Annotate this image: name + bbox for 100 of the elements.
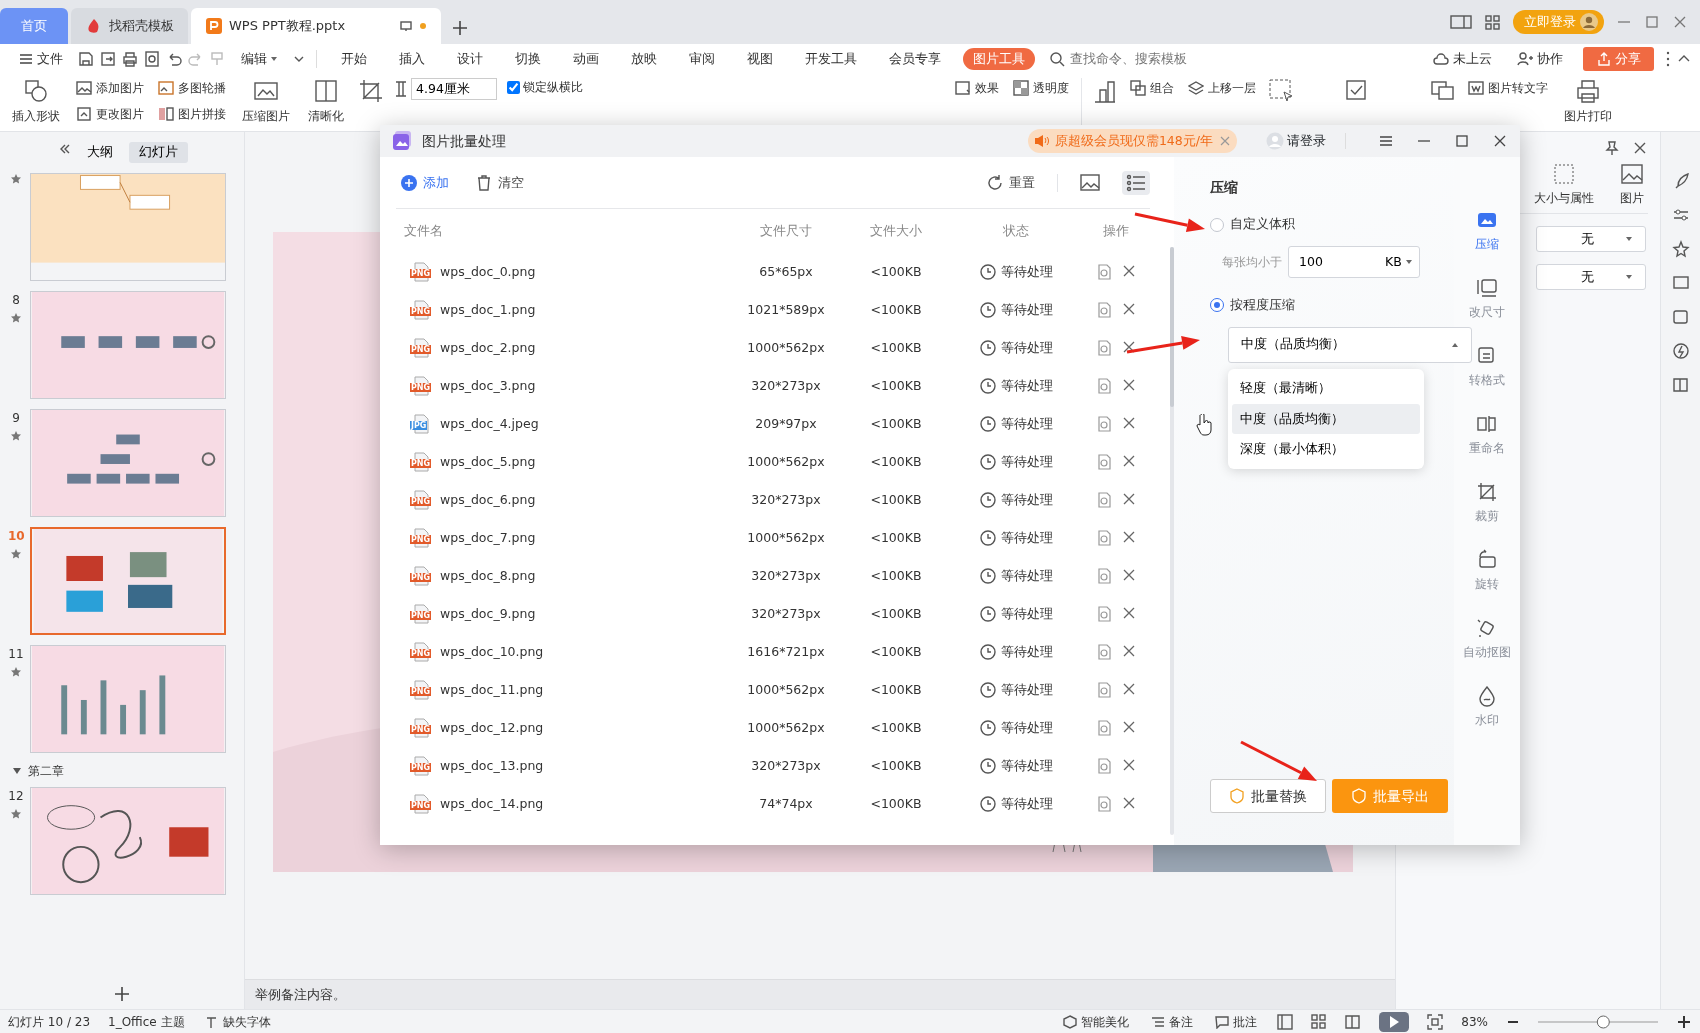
transparency-button[interactable]: 透明度: [1011, 78, 1071, 98]
close-icon[interactable]: [1122, 720, 1136, 734]
layout-icon[interactable]: [1450, 13, 1472, 31]
close-icon[interactable]: [1122, 340, 1136, 354]
login-button[interactable]: 请登录: [1251, 130, 1327, 152]
effects-button[interactable]: 效果: [953, 78, 1001, 98]
zoom-level[interactable]: 83%: [1461, 1012, 1488, 1031]
zoom-in-icon[interactable]: [1676, 1014, 1692, 1029]
export-icon[interactable]: [99, 50, 117, 68]
missing-fonts-button[interactable]: 缺失字体: [202, 1011, 273, 1032]
reset-button[interactable]: 重置: [982, 170, 1039, 195]
file-menu[interactable]: 文件: [8, 47, 73, 71]
dropdown-option[interactable]: 深度（最小体积）: [1232, 434, 1420, 465]
unit-dropdown[interactable]: KB: [1379, 251, 1419, 273]
ribbon-tab[interactable]: 插入: [389, 47, 435, 71]
clear-button[interactable]: 清空: [471, 170, 528, 195]
scrollbar-thumb[interactable]: [1170, 247, 1174, 407]
edit-menu[interactable]: 编辑: [231, 47, 288, 71]
ribbon-tab[interactable]: 视图: [737, 47, 783, 71]
add-picture-button[interactable]: 添加图片: [74, 78, 146, 98]
close-icon[interactable]: [1122, 796, 1136, 810]
print-icon[interactable]: [121, 50, 139, 68]
width-field[interactable]: 4.94厘米: [411, 78, 497, 100]
ribbon-tab[interactable]: 设计: [447, 47, 493, 71]
ribbon-tab[interactable]: 开发工具: [795, 47, 867, 71]
star-icon[interactable]: [1671, 240, 1690, 258]
bring-forward-button[interactable]: 上移一层: [1186, 78, 1258, 98]
ribbon-tab[interactable]: 放映: [621, 47, 667, 71]
apps-grid-icon[interactable]: [1484, 13, 1501, 31]
ribbon-tab[interactable]: 开始: [331, 47, 377, 71]
menu-icon[interactable]: [1378, 133, 1394, 149]
align-icon[interactable]: [1092, 78, 1118, 104]
close-icon[interactable]: [1122, 378, 1136, 392]
ribbon-tab[interactable]: 会员专享: [879, 47, 951, 71]
sliders-icon[interactable]: [1671, 206, 1690, 224]
close-icon[interactable]: [1672, 14, 1688, 30]
panel-tab[interactable]: 大纲: [76, 142, 123, 163]
panel-tab[interactable]: 幻灯片: [128, 142, 188, 163]
search-field[interactable]: 查找命令、搜索模板: [1068, 48, 1268, 70]
slide-thumbnail[interactable]: [30, 172, 226, 281]
document-tab[interactable]: 找稻壳模板: [71, 8, 188, 44]
save-icon[interactable]: [77, 50, 95, 68]
collaborate-button[interactable]: 协作: [1506, 47, 1573, 71]
dropdown[interactable]: 无: [1536, 226, 1646, 252]
book-icon[interactable]: [1671, 376, 1690, 394]
close-icon[interactable]: [1122, 264, 1136, 278]
close-icon[interactable]: [1632, 140, 1648, 156]
slide-thumbnail[interactable]: [30, 526, 226, 635]
dropdown[interactable]: 无: [1536, 264, 1646, 290]
ribbon-tab[interactable]: 审阅: [679, 47, 725, 71]
carousel-button[interactable]: 多图轮播: [156, 78, 228, 98]
document-tab[interactable]: WPS PPT教程.pptx: [191, 8, 441, 44]
beautify-button[interactable]: 智能美化: [1061, 1011, 1132, 1032]
slide-thumbnail[interactable]: [30, 290, 226, 399]
tool-tab[interactable]: 压缩: [1475, 209, 1499, 253]
screen-icon[interactable]: [1671, 274, 1690, 292]
close-icon[interactable]: [1122, 530, 1136, 544]
close-icon[interactable]: [1492, 133, 1508, 149]
radio-label[interactable]: 自定义体积: [1230, 215, 1295, 234]
close-icon[interactable]: [1122, 682, 1136, 696]
collage-button[interactable]: 图片拼接: [156, 104, 228, 124]
more-icon[interactable]: [1664, 51, 1672, 67]
dropdown-option[interactable]: 轻度（最清晰）: [1232, 372, 1420, 404]
cloud-button[interactable]: 未上云: [1422, 47, 1502, 71]
crop-icon[interactable]: [358, 78, 384, 104]
expand-triangle-icon[interactable]: [12, 765, 22, 776]
print-picture-button[interactable]: 图片打印: [1560, 78, 1616, 125]
group-button[interactable]: 组合: [1128, 78, 1176, 98]
radio-button[interactable]: [1210, 298, 1224, 313]
add-button[interactable]: 添加: [396, 170, 453, 195]
notes-button[interactable]: 备注: [1149, 1011, 1196, 1032]
checkbox-label[interactable]: 锁定纵横比: [523, 78, 583, 96]
close-icon[interactable]: [1122, 644, 1136, 658]
level-dropdown[interactable]: 中度（品质均衡）: [1228, 326, 1472, 363]
close-icon[interactable]: [1122, 568, 1136, 582]
panel-tab[interactable]: 图片: [1616, 162, 1648, 207]
close-icon[interactable]: [1122, 492, 1136, 506]
comments-button[interactable]: 批注: [1213, 1011, 1260, 1032]
pin-icon[interactable]: [1604, 140, 1620, 156]
play-button[interactable]: [1379, 1011, 1410, 1032]
insert-shape-button[interactable]: 插入形状: [8, 78, 64, 125]
select-icon[interactable]: [1268, 78, 1294, 104]
radio-button[interactable]: [1210, 217, 1224, 232]
maximize-icon[interactable]: [1454, 133, 1470, 149]
fit-icon[interactable]: [1427, 1013, 1444, 1030]
picture-to-text-button[interactable]: 图片转文字: [1466, 78, 1550, 98]
notes-text[interactable]: 举例备注内容。: [245, 979, 1395, 1009]
close-icon[interactable]: [1122, 454, 1136, 468]
ribbon-tab[interactable]: 切换: [505, 47, 551, 71]
slide-thumbnail[interactable]: [30, 644, 226, 753]
bolt-icon[interactable]: [1671, 342, 1690, 360]
close-icon[interactable]: [1122, 606, 1136, 620]
preview-icon[interactable]: [143, 50, 161, 68]
zoom-slider-thumb[interactable]: [1596, 1015, 1610, 1028]
lock-ratio-checkbox[interactable]: [507, 80, 520, 94]
ribbon-tab[interactable]: 动画: [563, 47, 609, 71]
close-icon[interactable]: [1122, 302, 1136, 316]
list-view-button[interactable]: [1122, 170, 1150, 195]
sharpen-button[interactable]: 清晰化: [304, 78, 348, 125]
replace-button[interactable]: 批量替换: [1210, 779, 1326, 813]
